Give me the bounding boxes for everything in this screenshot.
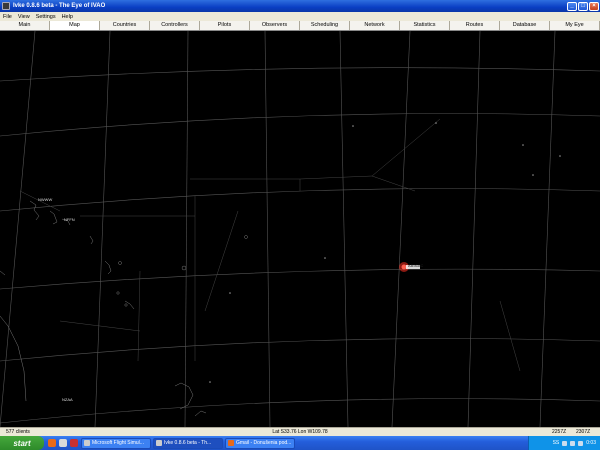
tab-scheduling[interactable]: Scheduling [300,21,350,30]
utc-time-right: 2307Z [576,429,591,435]
minimize-button[interactable]: _ [567,1,577,11]
utc-time-left: 2257Z [552,429,567,435]
plane-icon [84,440,90,446]
clock: 0:03 [586,440,596,446]
status-bar: 577 clients Lat S33.76 Lon W109.78 2257Z… [0,427,600,436]
menu-settings[interactable]: Settings [36,14,56,20]
airport-dots [209,122,561,383]
island-outlines [0,200,248,417]
taskbar: start Microsoft Flight Simul... Ivke 0.8… [0,436,600,450]
map-label-nffn: NFFN [64,217,75,222]
tab-map[interactable]: Map [50,21,100,30]
tab-pilots[interactable]: Pilots [200,21,250,30]
firefox-icon [228,440,234,446]
fir-boundaries [19,118,521,372]
map-label-nwww: NWWW [38,197,53,202]
tab-main[interactable]: Main [0,21,50,30]
tab-countries[interactable]: Countries [100,21,150,30]
close-button[interactable]: × [589,1,599,11]
task-ivke[interactable]: Ivke 0.8.6 beta - Th... [153,437,223,449]
task-flight-simulator[interactable]: Microsoft Flight Simul... [81,437,151,449]
menu-bar: File View Settings Help [0,12,600,21]
map-svg [0,31,600,427]
quicklaunch-icon[interactable] [59,439,67,447]
opera-icon[interactable] [70,439,78,447]
volume-icon[interactable] [570,440,576,446]
firefox-icon[interactable] [48,439,56,447]
cursor-coordinates: Lat S33.76 Lon W109.78 [272,429,328,435]
security-icon[interactable] [578,440,584,446]
menu-help[interactable]: Help [62,14,73,20]
language-indicator[interactable]: SS [553,440,560,446]
task-label: Gmail - Donušenia pod... [236,440,292,446]
eye-icon [156,440,162,446]
start-button[interactable]: start [0,436,44,450]
task-gmail[interactable]: Gmail - Donušenia pod... [225,437,295,449]
tab-observers[interactable]: Observers [250,21,300,30]
menu-file[interactable]: File [3,14,12,20]
tab-bar: Main Map Countries Controllers Pilots Ob… [0,21,600,31]
tab-statistics[interactable]: Statistics [400,21,450,30]
app-eye-icon [2,2,10,10]
tab-routes[interactable]: Routes [450,21,500,30]
maximize-button[interactable]: □ [578,1,588,11]
lat-lon-grid [0,31,600,427]
task-label: Ivke 0.8.6 beta - Th... [164,440,212,446]
tab-my-eye[interactable]: My Eye [550,21,600,30]
tab-controllers[interactable]: Controllers [150,21,200,30]
title-bar: Ivke 0.8.6 beta - The Eye of IVAO _ □ × [0,0,600,12]
aircraft-callsign[interactable]: AB56AC [408,263,423,268]
window-title: Ivke 0.8.6 beta - The Eye of IVAO [13,3,106,9]
task-label: Microsoft Flight Simul... [92,440,144,446]
tab-database[interactable]: Database [500,21,550,30]
tab-network[interactable]: Network [350,21,400,30]
system-tray: SS 0:03 [528,436,600,450]
network-icon[interactable] [562,440,568,446]
map-canvas[interactable]: NWWW NFFN AB56AC NZAA [0,31,600,427]
menu-view[interactable]: View [18,14,30,20]
map-label-nzaa: NZAA [62,397,73,402]
